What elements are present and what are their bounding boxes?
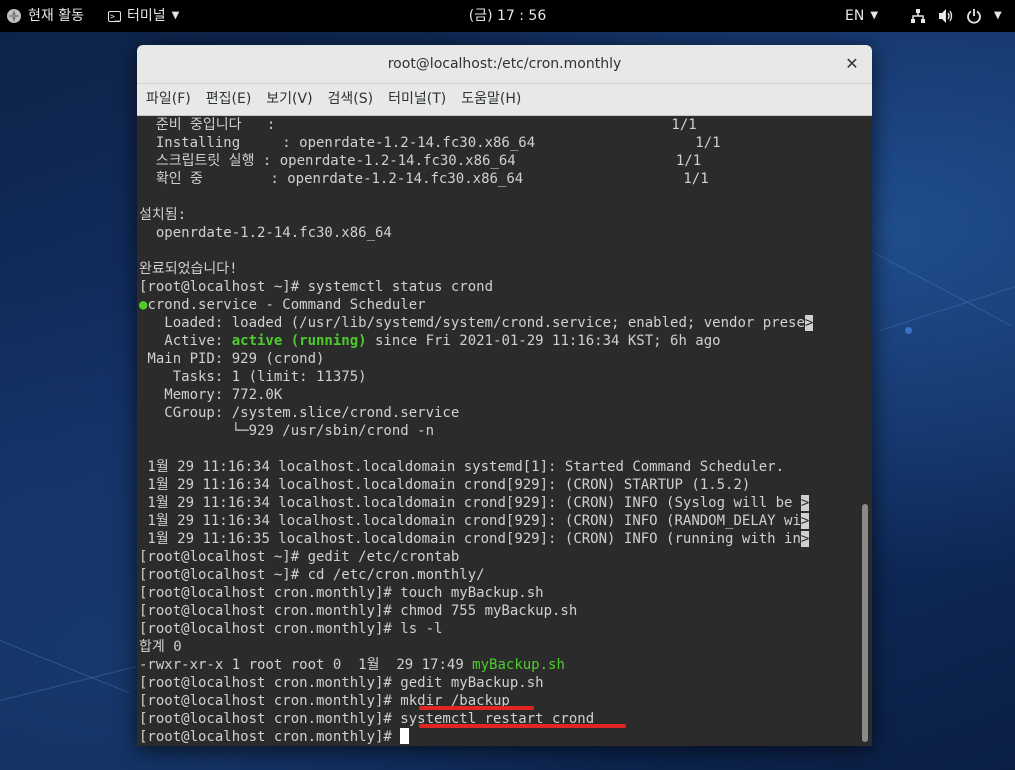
terminal-line-loaded: Loaded: loaded (/usr/lib/systemd/system/…: [137, 314, 857, 332]
terminal-line: 준비 중입니다 : 1/1: [139, 117, 697, 133]
active-label: Active:: [139, 333, 232, 349]
terminal-line: [root@localhost cron.monthly]# touch myB…: [139, 585, 544, 601]
input-language-label: EN: [845, 8, 865, 24]
terminal-line: 확인 중 : openrdate-1.2-14.fc30.x86_64 1/1: [139, 171, 709, 187]
active-since: since Fri 2021-01-29 11:16:34 KST; 6h ag…: [366, 333, 721, 349]
activities-button[interactable]: 현재 활동: [6, 0, 84, 32]
terminal-line: └─929 /usr/sbin/crond -n: [139, 423, 435, 439]
log-text: 1월 29 11:16:34 localhost.localdomain cro…: [139, 495, 801, 511]
terminal-line: Memory: 772.0K: [139, 387, 283, 403]
terminal-line: [root@localhost cron.monthly]# ls -l: [139, 621, 443, 637]
power-icon: [967, 9, 981, 24]
terminal-line-log: 1월 29 11:16:34 localhost.localdomain cro…: [137, 512, 857, 530]
overflow-marker: >: [800, 513, 810, 529]
terminal-line-mkdir: [root@localhost cron.monthly]# mkdir /ba…: [137, 692, 857, 710]
terminal-line: Tasks: 1 (limit: 11375): [139, 369, 367, 385]
ls-meta: -rwxr-xr-x 1 root root 0 1월 29 17:49: [139, 657, 473, 673]
terminal-line: [root@localhost ~]# cd /etc/cron.monthly…: [139, 567, 485, 583]
terminal-line-active: Active: active (running) since Fri 2021-…: [137, 332, 857, 350]
prompt-text: [root@localhost cron.monthly]#: [139, 729, 401, 745]
app-menu-terminal[interactable]: >_ 터미널 ▼: [108, 0, 179, 32]
terminal-line: 합계 0: [139, 639, 182, 655]
app-menu-label: 터미널: [127, 8, 166, 24]
terminal-line: [root@localhost cron.monthly]# gedit myB…: [139, 675, 544, 691]
terminal-window: root@localhost:/etc/cron.monthly ✕ 파일(F)…: [137, 45, 872, 746]
top-panel: 현재 활동 >_ 터미널 ▼ (금) 17 : 56 EN ▼ ▼: [0, 0, 1015, 32]
terminal-line-ls: -rwxr-xr-x 1 root root 0 1월 29 17:49 myB…: [137, 656, 857, 674]
terminal-line-service: ●crond.service - Command Scheduler: [137, 296, 857, 314]
chevron-down-icon: ▼: [994, 10, 1002, 21]
terminal-line: CGroup: /system.slice/crond.service: [139, 405, 460, 421]
log-text: 1월 29 11:16:34 localhost.localdomain cro…: [139, 513, 801, 529]
log-text: 1월 29 11:16:35 localhost.localdomain cro…: [139, 531, 801, 547]
menu-file[interactable]: 파일(F): [137, 84, 197, 115]
active-status: active (running): [231, 333, 367, 349]
terminal-line: Installing : openrdate-1.2-14.fc30.x86_6…: [139, 135, 721, 151]
overflow-marker: >: [804, 315, 814, 331]
terminal-line: 1월 29 11:16:34 localhost.localdomain sys…: [139, 459, 785, 475]
activities-icon: [7, 9, 21, 23]
text-cursor: [400, 728, 410, 744]
menu-bar: 파일(F) 편집(E) 보기(V) 검색(S) 터미널(T) 도움말(H): [137, 84, 872, 116]
menu-edit[interactable]: 편집(E): [197, 84, 258, 115]
terminal-line-restart: [root@localhost cron.monthly]# systemctl…: [137, 710, 857, 728]
service-name: crond.service - Command Scheduler: [147, 297, 426, 313]
close-button[interactable]: ✕: [840, 52, 864, 76]
chevron-down-icon: ▼: [870, 10, 879, 21]
window-title: root@localhost:/etc/cron.monthly: [387, 56, 622, 72]
terminal-icon: >_: [108, 10, 121, 22]
scrollbar-thumb[interactable]: [862, 504, 868, 742]
terminal-line-log: 1월 29 11:16:35 localhost.localdomain cro…: [137, 530, 857, 548]
terminal-line: [root@localhost ~]# gedit /etc/crontab: [139, 549, 460, 565]
close-icon: ✕: [845, 54, 859, 73]
menu-search[interactable]: 검색(S): [319, 84, 380, 115]
menu-view[interactable]: 보기(V): [257, 84, 318, 115]
terminal-line: 완료되었습니다!: [139, 261, 238, 277]
overflow-marker: >: [800, 495, 810, 511]
menu-help[interactable]: 도움말(H): [452, 84, 527, 115]
window-titlebar[interactable]: root@localhost:/etc/cron.monthly ✕: [137, 45, 872, 84]
activities-label: 현재 활동: [28, 8, 84, 24]
overflow-marker: >: [800, 531, 810, 547]
terminal-line: openrdate-1.2-14.fc30.x86_64: [139, 225, 392, 241]
clock-button[interactable]: (금) 17 : 56: [469, 0, 547, 32]
terminal-line-log: 1월 29 11:16:34 localhost.localdomain cro…: [137, 494, 857, 512]
terminal-line: [root@localhost cron.monthly]# chmod 755…: [139, 603, 578, 619]
network-icon: [911, 9, 925, 23]
menu-terminal[interactable]: 터미널(T): [379, 84, 452, 115]
terminal-scrollbar[interactable]: [861, 116, 869, 746]
terminal-line: 1월 29 11:16:34 localhost.localdomain cro…: [139, 477, 751, 493]
input-method-menu[interactable]: EN ▼: [845, 0, 878, 32]
terminal-line: Main PID: 929 (crond): [139, 351, 325, 367]
chevron-down-icon: ▼: [171, 10, 180, 21]
terminal-prompt[interactable]: [root@localhost cron.monthly]#: [137, 728, 857, 746]
system-menu[interactable]: ▼: [910, 0, 1002, 32]
volume-icon: [939, 9, 953, 23]
terminal-output[interactable]: 준비 중입니다 : 1/1 Installing : openrdate-1.2…: [137, 116, 857, 746]
terminal-line: 스크립트릿 실행 : openrdate-1.2-14.fc30.x86_64 …: [139, 153, 702, 169]
ls-filename: myBackup.sh: [472, 657, 565, 673]
loaded-text: Loaded: loaded (/usr/lib/systemd/system/…: [139, 315, 805, 331]
terminal-line: [root@localhost ~]# systemctl status cro…: [139, 279, 494, 295]
terminal-line: 설치됨:: [139, 207, 187, 223]
